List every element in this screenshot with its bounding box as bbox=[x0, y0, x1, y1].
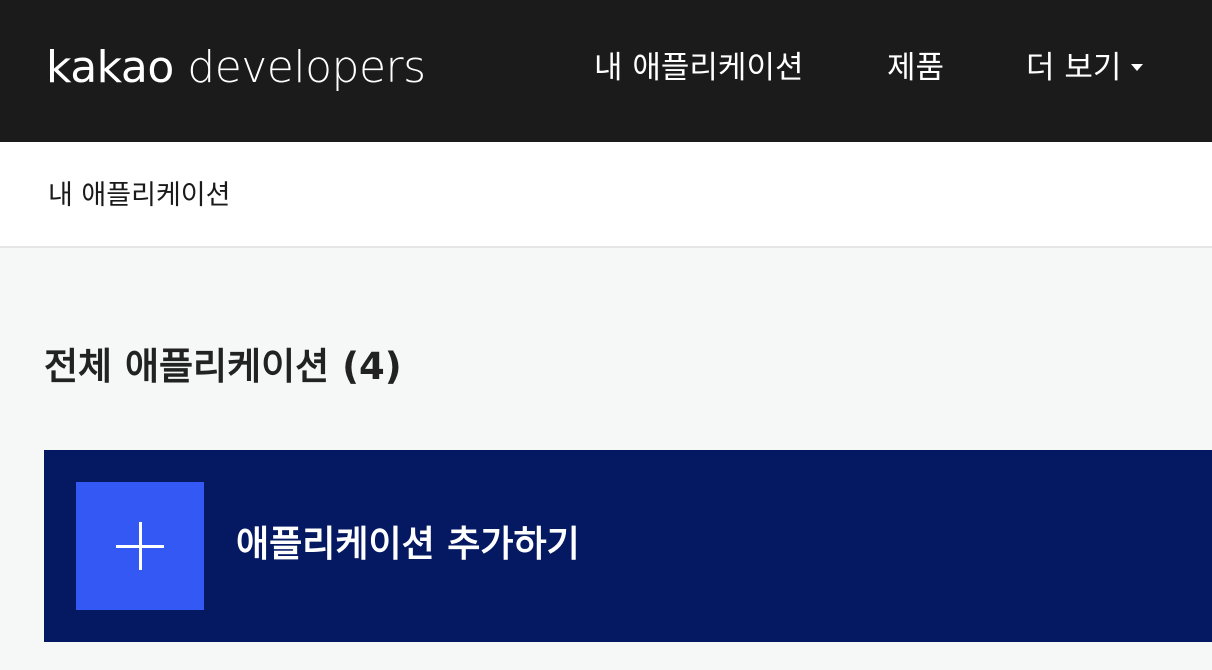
logo-suffix: developers bbox=[187, 42, 426, 93]
add-application-button[interactable]: 애플리케이션 추가하기 bbox=[44, 450, 1212, 642]
add-application-label: 애플리케이션 추가하기 bbox=[236, 524, 580, 565]
nav-my-applications[interactable]: 내 애플리케이션 bbox=[594, 48, 804, 88]
plus-icon bbox=[76, 482, 204, 610]
breadcrumb-current: 내 애플리케이션 bbox=[48, 180, 231, 211]
breadcrumb: 내 애플리케이션 bbox=[0, 142, 1212, 248]
logo-brand: kakao bbox=[46, 42, 174, 93]
nav-more-label: 더 보기 bbox=[1026, 50, 1122, 86]
kakao-developers-logo[interactable]: kakao developers bbox=[46, 40, 426, 96]
page-title: 전체 애플리케이션 (4) bbox=[44, 345, 402, 388]
top-navigation-bar: kakao developers 내 애플리케이션 제품 더 보기 bbox=[0, 0, 1212, 142]
nav-products[interactable]: 제품 bbox=[887, 48, 944, 88]
caret-down-icon bbox=[1131, 64, 1144, 71]
nav-more-dropdown[interactable]: 더 보기 bbox=[1026, 48, 1144, 88]
